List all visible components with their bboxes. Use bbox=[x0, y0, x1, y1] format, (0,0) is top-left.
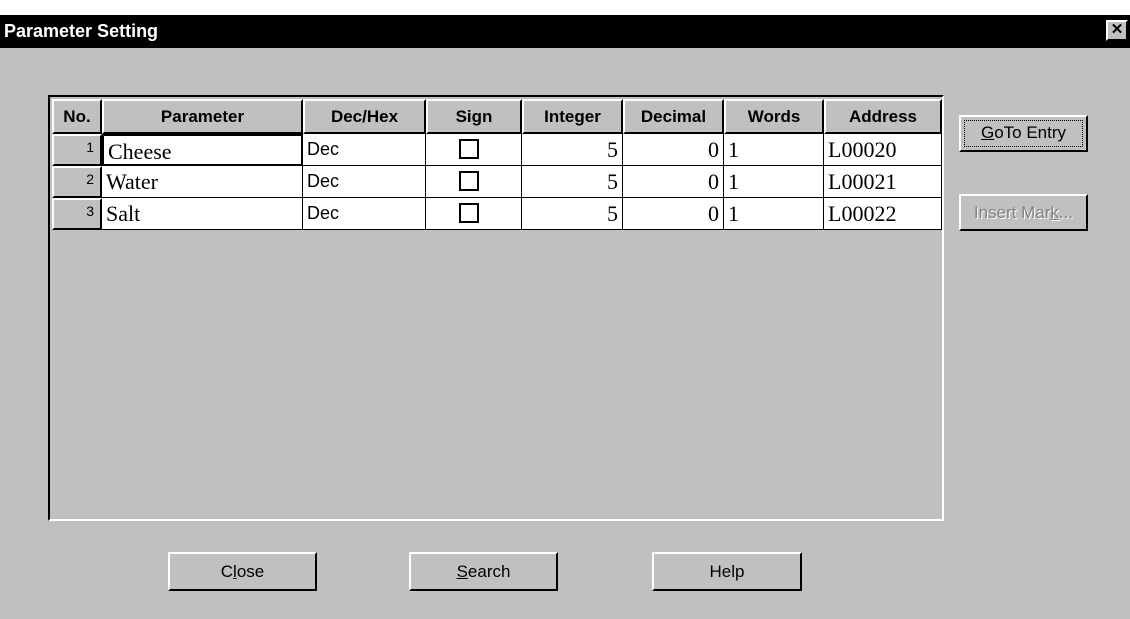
column-header-words[interactable]: Words bbox=[724, 99, 824, 134]
column-header-parameter[interactable]: Parameter bbox=[102, 99, 303, 134]
dechex-cell[interactable]: Dec bbox=[303, 198, 426, 230]
words-cell[interactable]: 1 bbox=[724, 134, 824, 166]
address-cell[interactable]: L00022 bbox=[824, 198, 942, 230]
address-cell[interactable]: L00021 bbox=[824, 166, 942, 198]
parameter-cell[interactable]: Water bbox=[102, 166, 303, 198]
parameter-cell[interactable]: Cheese bbox=[102, 134, 303, 166]
column-header-decimal[interactable]: Decimal bbox=[623, 99, 724, 134]
help-button[interactable]: Help bbox=[652, 552, 802, 591]
sign-checkbox[interactable] bbox=[459, 171, 479, 191]
integer-cell[interactable]: 5 bbox=[522, 134, 623, 166]
sign-cell[interactable] bbox=[426, 134, 522, 166]
title-bar[interactable]: Parameter Setting ✕ bbox=[0, 15, 1130, 48]
decimal-cell[interactable]: 0 bbox=[623, 134, 724, 166]
column-header-sign[interactable]: Sign bbox=[426, 99, 522, 134]
dechex-cell[interactable]: Dec bbox=[303, 166, 426, 198]
goto-entry-button[interactable]: GoTo Entry bbox=[959, 115, 1088, 152]
insert-mark-label: Insert Mark... bbox=[973, 203, 1074, 222]
decimal-cell[interactable]: 0 bbox=[623, 198, 724, 230]
parameter-cell[interactable]: Salt bbox=[102, 198, 303, 230]
close-window-button[interactable]: ✕ bbox=[1106, 20, 1128, 41]
insert-mark-button[interactable]: Insert Mark... bbox=[959, 194, 1088, 231]
window-title: Parameter Setting bbox=[4, 21, 159, 41]
sign-checkbox[interactable] bbox=[459, 203, 479, 223]
close-label: Close bbox=[220, 562, 265, 581]
dechex-cell[interactable]: Dec bbox=[303, 134, 426, 166]
close-button[interactable]: Close bbox=[168, 552, 317, 591]
close-icon: ✕ bbox=[1110, 21, 1124, 38]
row-number[interactable]: 2 bbox=[52, 166, 102, 198]
column-header-address[interactable]: Address bbox=[824, 99, 942, 134]
sign-cell[interactable] bbox=[426, 198, 522, 230]
column-header-integer[interactable]: Integer bbox=[522, 99, 623, 134]
address-cell[interactable]: L00020 bbox=[824, 134, 942, 166]
words-cell[interactable]: 1 bbox=[724, 166, 824, 198]
focus-rect bbox=[964, 120, 1083, 147]
integer-cell[interactable]: 5 bbox=[522, 166, 623, 198]
sign-cell[interactable] bbox=[426, 166, 522, 198]
column-header-dechex[interactable]: Dec/Hex bbox=[303, 99, 426, 134]
help-label: Help bbox=[709, 562, 745, 581]
row-number[interactable]: 3 bbox=[52, 198, 102, 230]
search-button[interactable]: Search bbox=[409, 552, 558, 591]
words-cell[interactable]: 1 bbox=[724, 198, 824, 230]
search-label: Search bbox=[456, 562, 511, 581]
row-number[interactable]: 1 bbox=[52, 134, 102, 166]
column-header-no[interactable]: No. bbox=[52, 99, 102, 134]
sign-checkbox[interactable] bbox=[459, 139, 479, 159]
integer-cell[interactable]: 5 bbox=[522, 198, 623, 230]
parameter-setting-dialog: Parameter Setting ✕ No. Parameter Dec/He… bbox=[0, 15, 1130, 619]
parameter-grid[interactable]: No. Parameter Dec/Hex Sign Integer Decim… bbox=[48, 95, 944, 521]
decimal-cell[interactable]: 0 bbox=[623, 166, 724, 198]
